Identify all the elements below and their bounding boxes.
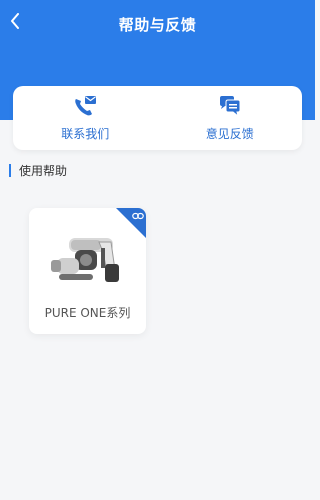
page-title: 帮助与反馈 [118,16,197,34]
quick-actions-card: 联系我们 意见反馈 [13,86,302,150]
feedback-label: 意见反馈 [205,127,254,141]
section-accent-bar [9,163,11,177]
vacuum-product-image [51,238,119,282]
section-title: 使用帮助 [19,163,68,178]
help-feedback-page: 帮助与反馈 联系我们 意见反馈 使用帮助 PURE ONE系列 [0,0,315,500]
product-card[interactable]: PURE ONE系列 [29,208,146,334]
chat-bubbles-icon [217,93,243,119]
contact-us-label: 联系我们 [61,127,110,141]
section-header: 使用帮助 [9,163,68,178]
contact-us-button[interactable]: 联系我们 [13,86,158,150]
link-icon [132,212,144,220]
product-name: PURE ONE系列 [44,306,131,320]
feedback-button[interactable]: 意见反馈 [158,86,303,150]
phone-mail-icon [72,93,98,119]
